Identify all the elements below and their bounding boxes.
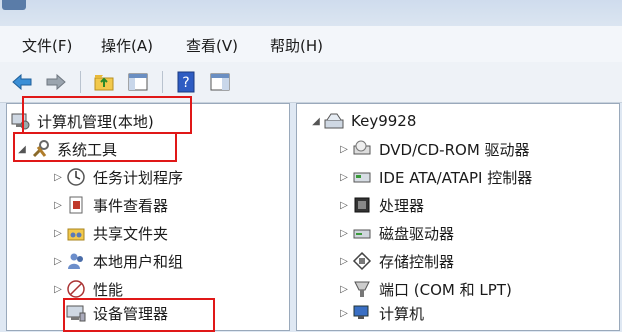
device-category-processor[interactable]: ▷ 处理器 xyxy=(337,193,424,217)
tree-item-local-users[interactable]: ▷ 本地用户和组 xyxy=(51,249,183,273)
expand-arrow-icon[interactable]: ◢ xyxy=(309,116,323,127)
device-category-ports[interactable]: ▷ 端口 (COM 和 LPT) xyxy=(337,277,512,301)
title-bar xyxy=(0,0,622,26)
dvd-drive-icon xyxy=(351,139,373,159)
event-viewer-icon xyxy=(65,195,87,215)
computer-name: Key9928 xyxy=(351,112,417,130)
collapse-arrow-icon[interactable]: ▷ xyxy=(337,172,351,183)
device-tree[interactable]: ◢ Key9928 ▷ DVD/CD-ROM 驱动器 ▷ IDE ATA/ATA… xyxy=(296,103,620,331)
highlight-box-device-manager xyxy=(63,298,215,332)
tree-item-shared-folders[interactable]: ▷ 共享文件夹 xyxy=(51,221,168,245)
device-category-storage[interactable]: ▷ 存储控制器 xyxy=(337,249,454,273)
device-category-label: DVD/CD-ROM 驱动器 xyxy=(379,140,530,159)
navigation-tree[interactable]: 计算机管理(本地) ◢ 系统工具 ▷ 任务计划程序 ▷ 事件查看器 ▷ 共享文件… xyxy=(6,96,290,332)
device-category-ide[interactable]: ▷ IDE ATA/ATAPI 控制器 xyxy=(337,165,532,189)
collapse-arrow-icon[interactable]: ▷ xyxy=(51,284,65,295)
performance-icon xyxy=(65,279,87,299)
show-hide-tree-icon[interactable] xyxy=(124,69,152,95)
collapse-arrow-icon[interactable]: ▷ xyxy=(337,284,351,295)
menu-action[interactable]: 操作(A) xyxy=(101,35,153,56)
computer-icon xyxy=(351,303,373,323)
tree-item-label: 事件查看器 xyxy=(93,196,169,215)
help-icon[interactable]: ? xyxy=(172,69,200,95)
menu-bar: 文件(F) 操作(A) 查看(V) 帮助(H) xyxy=(0,26,622,62)
highlight-box-root xyxy=(22,96,192,134)
shared-folder-icon xyxy=(65,223,87,243)
toolbar-separator xyxy=(162,71,163,93)
collapse-arrow-icon[interactable]: ▷ xyxy=(51,256,65,267)
tree-item-task-scheduler[interactable]: ▷ 任务计划程序 xyxy=(51,165,183,189)
storage-controller-icon xyxy=(351,251,373,271)
device-category-label: 存储控制器 xyxy=(379,252,455,271)
tree-item-label: 性能 xyxy=(93,280,124,299)
device-category-label: IDE ATA/ATAPI 控制器 xyxy=(379,168,533,187)
collapse-arrow-icon[interactable]: ▷ xyxy=(337,200,351,211)
highlight-box-system-tools xyxy=(13,132,177,162)
tree-item-event-viewer[interactable]: ▷ 事件查看器 xyxy=(51,193,168,217)
properties-icon[interactable] xyxy=(206,69,234,95)
device-category-label: 端口 (COM 和 LPT) xyxy=(379,280,512,299)
up-folder-icon[interactable] xyxy=(90,69,118,95)
forward-icon[interactable] xyxy=(42,69,70,95)
collapse-arrow-icon[interactable]: ▷ xyxy=(51,200,65,211)
collapse-arrow-icon[interactable]: ▷ xyxy=(337,256,351,267)
menu-view[interactable]: 查看(V) xyxy=(186,35,238,56)
tree-item-label: 本地用户和组 xyxy=(93,252,184,271)
toolbar-separator xyxy=(80,71,81,93)
collapse-arrow-icon[interactable]: ▷ xyxy=(337,308,351,319)
collapse-arrow-icon[interactable]: ▷ xyxy=(337,228,351,239)
device-category-label: 处理器 xyxy=(379,196,425,215)
device-category-computer[interactable]: ▷ 计算机 xyxy=(337,301,424,325)
tree-item-label: 任务计划程序 xyxy=(93,168,184,187)
svg-text:?: ? xyxy=(182,75,189,91)
computer-root-icon xyxy=(323,111,345,131)
device-category-label: 磁盘驱动器 xyxy=(379,224,455,243)
port-icon xyxy=(351,279,373,299)
device-category-dvd[interactable]: ▷ DVD/CD-ROM 驱动器 xyxy=(337,137,530,161)
disk-drive-icon xyxy=(351,223,373,243)
back-icon[interactable] xyxy=(8,69,36,95)
collapse-arrow-icon[interactable]: ▷ xyxy=(51,228,65,239)
collapse-arrow-icon[interactable]: ▷ xyxy=(337,144,351,155)
tree-item-label: 共享文件夹 xyxy=(93,224,169,243)
processor-icon xyxy=(351,195,373,215)
users-icon xyxy=(65,251,87,271)
device-root[interactable]: ◢ Key9928 xyxy=(309,109,416,133)
device-category-disk[interactable]: ▷ 磁盘驱动器 xyxy=(337,221,454,245)
device-category-label: 计算机 xyxy=(379,304,425,323)
ide-controller-icon xyxy=(351,167,373,187)
app-icon xyxy=(2,0,26,10)
clock-icon xyxy=(65,167,87,187)
menu-help[interactable]: 帮助(H) xyxy=(270,35,323,56)
menu-file[interactable]: 文件(F) xyxy=(22,35,72,56)
collapse-arrow-icon[interactable]: ▷ xyxy=(51,172,65,183)
